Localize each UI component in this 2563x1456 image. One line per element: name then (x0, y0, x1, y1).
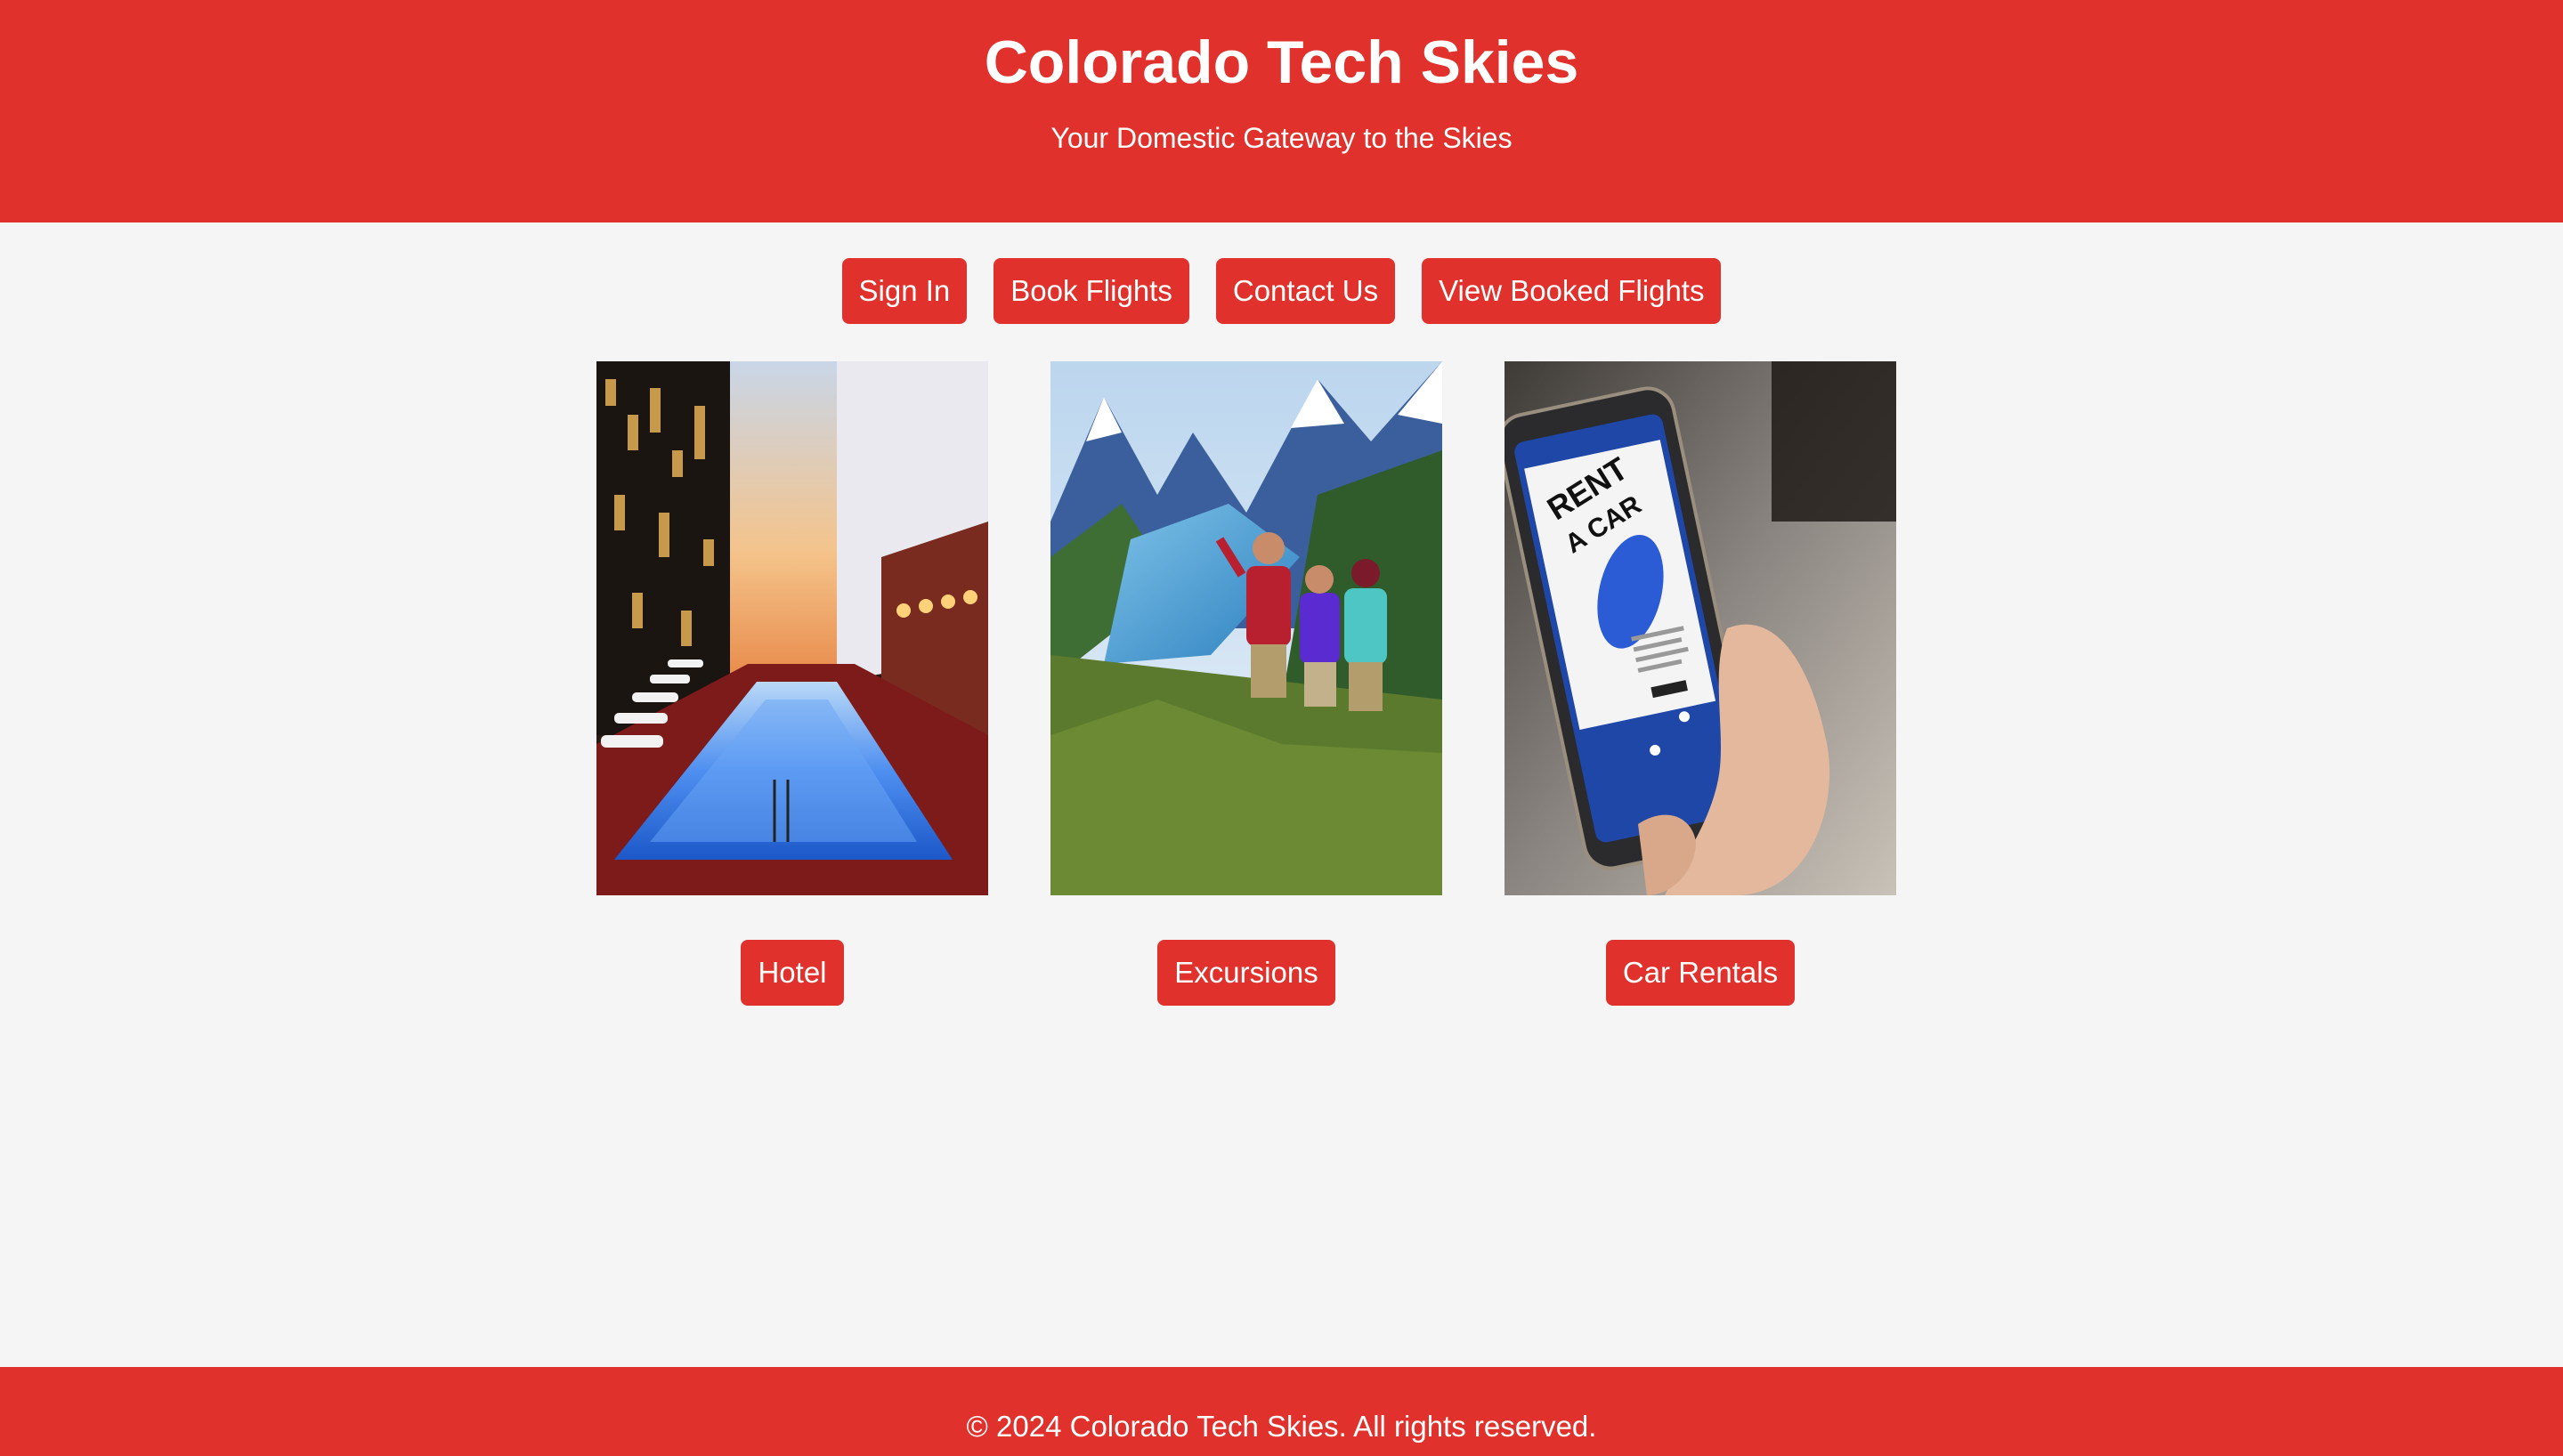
footer-copyright: © 2024 Colorado Tech Skies. All rights r… (966, 1410, 1597, 1443)
site-tagline: Your Domestic Gateway to the Skies (1050, 122, 1513, 154)
site-footer: © 2024 Colorado Tech Skies. All rights r… (0, 1367, 2563, 1456)
hotel-pool-image (596, 361, 988, 895)
service-excursions: Excursions (1050, 361, 1442, 1006)
view-booked-flights-button[interactable]: View Booked Flights (1422, 258, 1722, 324)
hotel-photo (596, 361, 988, 895)
contact-us-button[interactable]: Contact Us (1215, 258, 1396, 324)
excursions-button[interactable]: Excursions (1157, 940, 1335, 1006)
site-title: Colorado Tech Skies (984, 28, 1579, 96)
main-nav: Sign In Book Flights Contact Us View Boo… (0, 258, 2563, 324)
rent-a-car-phone-image: RENT A CAR (1505, 361, 1896, 895)
service-hotel: Hotel (596, 361, 988, 1006)
car-rentals-photo: RENT A CAR (1505, 361, 1896, 895)
site-header: Colorado Tech Skies Your Domestic Gatewa… (0, 0, 2563, 222)
excursions-photo (1050, 361, 1442, 895)
car-rentals-button[interactable]: Car Rentals (1605, 940, 1796, 1006)
page: Colorado Tech Skies Your Domestic Gatewa… (0, 0, 2563, 1456)
book-flights-button[interactable]: Book Flights (994, 258, 1189, 324)
mountain-hikers-image (1050, 361, 1442, 895)
sign-in-button[interactable]: Sign In (841, 258, 968, 324)
hotel-button[interactable]: Hotel (741, 940, 844, 1006)
service-car-rentals: RENT A CAR Car Rentals (1505, 361, 1896, 1006)
